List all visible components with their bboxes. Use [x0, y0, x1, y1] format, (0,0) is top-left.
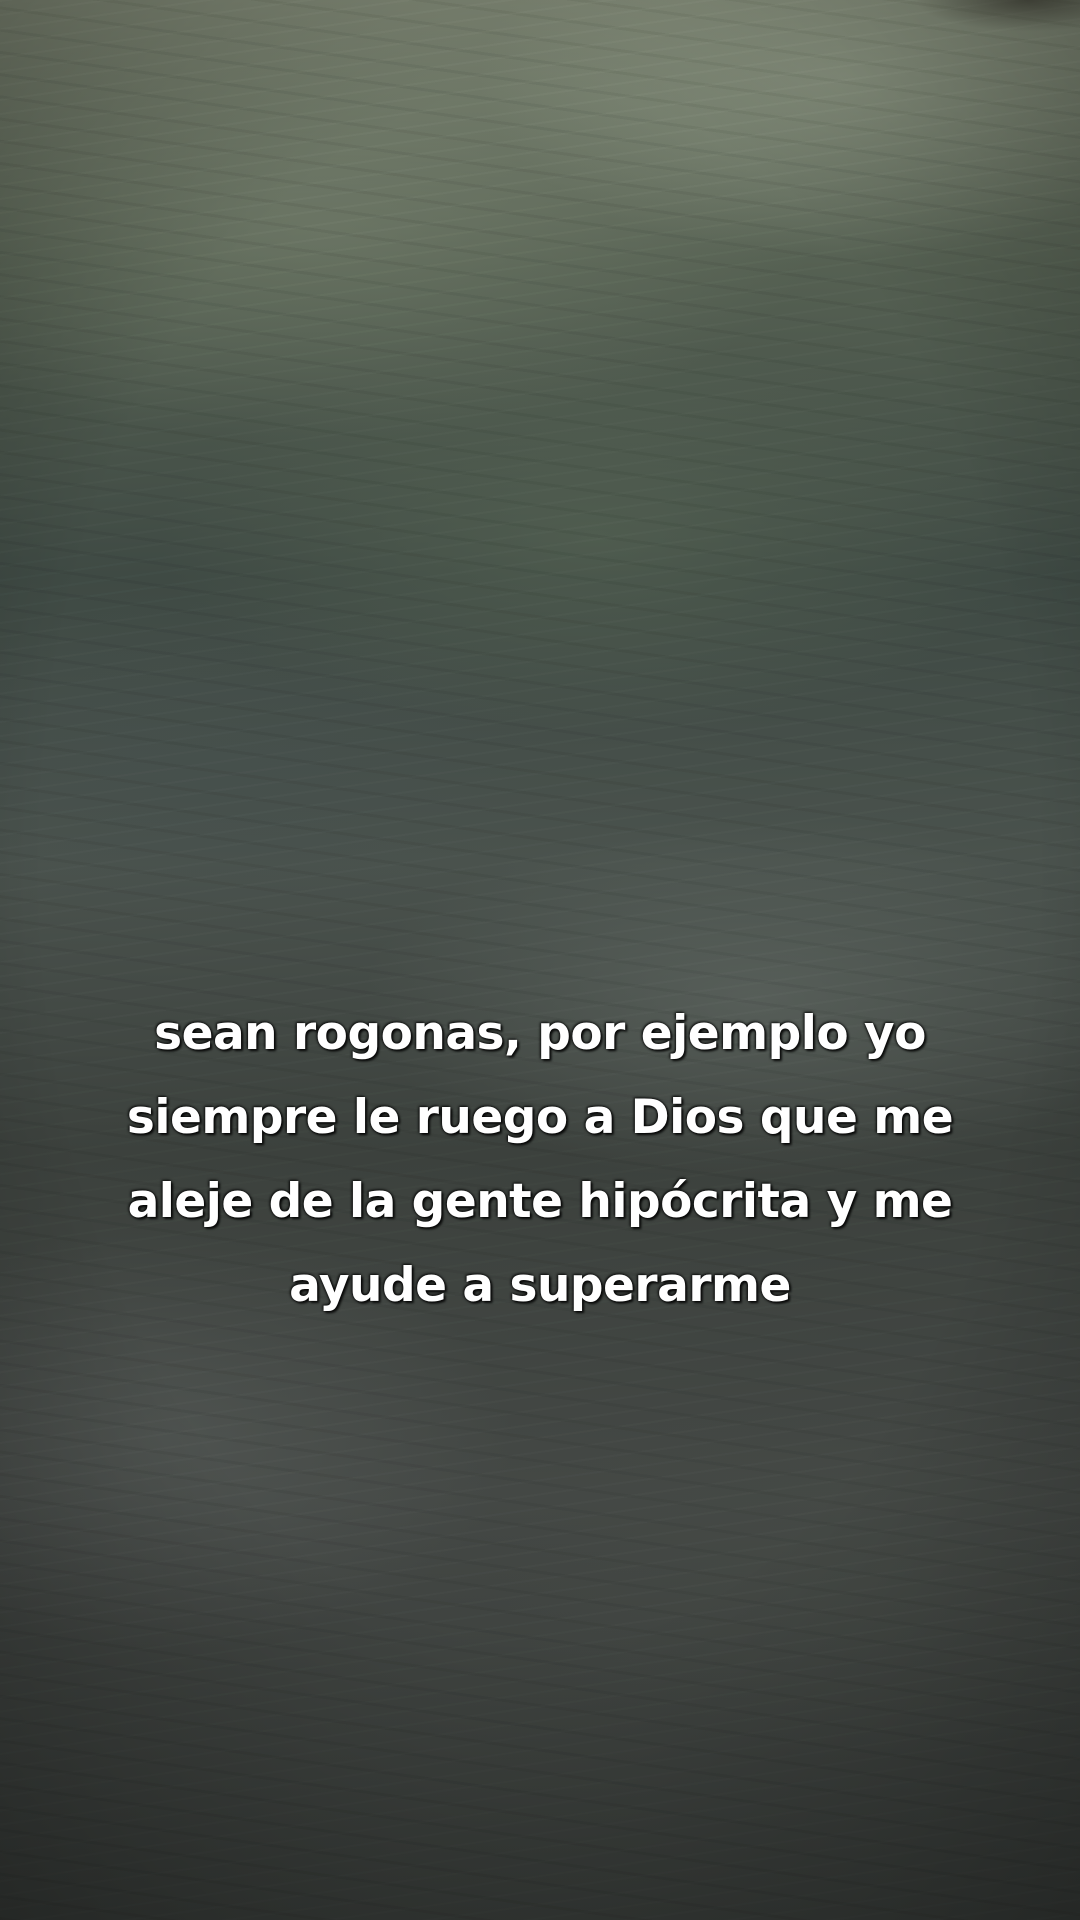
video-frame: sean rogonas, por ejemplo yo siempre le …	[0, 0, 1080, 1920]
vignette-overlay	[0, 0, 1080, 1920]
caption-line: siempre le ruego a Dios que me	[126, 1090, 954, 1145]
caption-line: aleje de la gente hipócrita y me	[127, 1174, 953, 1229]
caption-text: sean rogonas, por ejemplo yo siempre le …	[60, 992, 1020, 1328]
caption-line: ayude a superarme	[289, 1258, 791, 1313]
caption-line: sean rogonas, por ejemplo yo	[154, 1006, 926, 1061]
